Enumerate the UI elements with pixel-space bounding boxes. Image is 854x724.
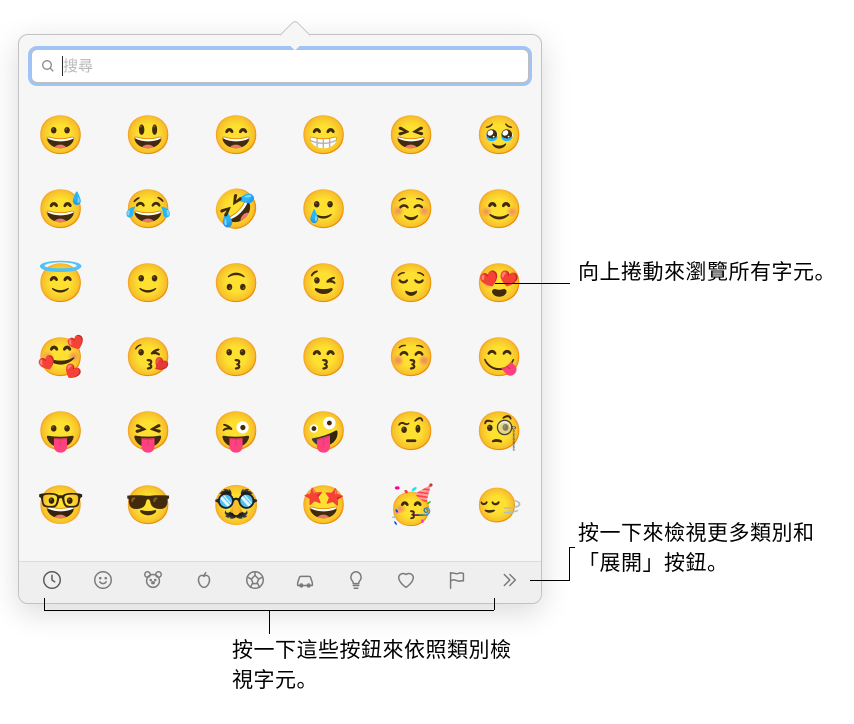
emoji-cell[interactable]: 😎: [125, 483, 171, 529]
search-icon: [40, 58, 56, 74]
emoji-cell[interactable]: 😉: [301, 261, 347, 307]
flag-icon: [446, 569, 468, 596]
callout-lead: [44, 598, 45, 610]
category-food-drink-button[interactable]: [182, 568, 226, 598]
clock-icon: [41, 569, 63, 596]
emoji-cell[interactable]: 😂: [125, 187, 171, 233]
callout-lead: [494, 598, 495, 610]
emoji-cell[interactable]: 🙂‍↔️: [476, 483, 522, 529]
emoji-cell[interactable]: 😚: [388, 335, 434, 381]
callout-lead: [569, 547, 570, 581]
bulb-icon: [345, 569, 367, 596]
emoji-cell[interactable]: 🤓: [38, 483, 84, 529]
callout-scroll: 向上捲動來瀏覽所有字元。: [578, 258, 838, 288]
callout-lead: [495, 283, 570, 284]
emoji-cell[interactable]: 😜: [213, 409, 259, 455]
emoji-cell[interactable]: 😆: [388, 113, 434, 159]
emoji-cell[interactable]: 🥲: [301, 187, 347, 233]
callout-categories: 按一下這些按鈕來依照類別檢視字元。: [232, 636, 532, 697]
category-travel-places-button[interactable]: [283, 568, 327, 598]
emoji-cell[interactable]: 😝: [125, 409, 171, 455]
more-icon: [497, 569, 519, 596]
character-viewer-popover: 😀 😃 😄 😁 😆 🥹 😅 😂 🤣 🥲 ☺️ 😊 😇 🙂 🙃 😉 😌 😍 🥰 😘 😗 😙 😚 😋 😛 😝 😜 🤪 🤨 🧐 🤓 😎 🥸 🤩 🥳 🙂‍↔️: [18, 34, 542, 604]
category-animals-nature-button[interactable]: [131, 568, 175, 598]
emoji-cell[interactable]: 😇: [38, 261, 84, 307]
car-icon: [294, 569, 316, 596]
emoji-cell[interactable]: 😁: [301, 113, 347, 159]
category-frequently-used-button[interactable]: [30, 568, 74, 598]
emoji-cell[interactable]: 🤨: [388, 409, 434, 455]
emoji-cell[interactable]: 😙: [301, 335, 347, 381]
emoji-grid: 😀 😃 😄 😁 😆 🥹 😅 😂 🤣 🥲 ☺️ 😊 😇 🙂 🙃 😉 😌 😍 🥰 😘 😗 😙 😚 😋 😛 😝 😜 🤪 🤨 🧐 🤓 😎 🥸 🤩 🥳 🙂‍↔️: [37, 113, 523, 529]
emoji-cell[interactable]: 🤪: [301, 409, 347, 455]
emoji-cell[interactable]: 🤣: [213, 187, 259, 233]
emoji-cell[interactable]: 🥹: [476, 113, 522, 159]
emoji-cell[interactable]: 😅: [38, 187, 84, 233]
category-smileys-people-button[interactable]: [81, 568, 125, 598]
search-input[interactable]: [63, 58, 520, 75]
emoji-cell[interactable]: 🥳: [388, 483, 434, 529]
emoji-cell[interactable]: 😃: [125, 113, 171, 159]
emoji-cell[interactable]: 😌: [388, 261, 434, 307]
category-symbols-button[interactable]: [384, 568, 428, 598]
search-bar: [19, 35, 541, 93]
category-bar: [19, 561, 541, 603]
emoji-scroll-area[interactable]: 😀 😃 😄 😁 😆 🥹 😅 😂 🤣 🥲 ☺️ 😊 😇 🙂 🙃 😉 😌 😍 🥰 😘 😗 😙 😚 😋 😛 😝 😜 🤪 🤨 🧐 🤓 😎 🥸 🤩 🥳 🙂‍↔️: [19, 93, 541, 561]
heart-icon: [395, 569, 417, 596]
category-more-button[interactable]: [486, 568, 530, 598]
apple-icon: [193, 569, 215, 596]
callout-lead: [269, 610, 270, 634]
emoji-cell[interactable]: 😊: [476, 187, 522, 233]
emoji-cell[interactable]: 😍: [476, 261, 522, 307]
emoji-cell[interactable]: 😘: [125, 335, 171, 381]
category-objects-button[interactable]: [334, 568, 378, 598]
animal-icon: [142, 569, 164, 596]
category-activity-button[interactable]: [233, 568, 277, 598]
callout-lead: [569, 547, 575, 548]
emoji-cell[interactable]: 😀: [38, 113, 84, 159]
emoji-cell[interactable]: 😗: [213, 335, 259, 381]
emoji-cell[interactable]: 😄: [213, 113, 259, 159]
emoji-cell[interactable]: ☺️: [388, 187, 434, 233]
search-field[interactable]: [31, 49, 529, 83]
callout-more: 按一下來檢視更多類別和「展開」按鈕。: [578, 519, 853, 580]
emoji-cell[interactable]: 🤩: [301, 483, 347, 529]
emoji-cell[interactable]: 😋: [476, 335, 522, 381]
emoji-cell[interactable]: 🙂: [125, 261, 171, 307]
category-flags-button[interactable]: [435, 568, 479, 598]
smiley-icon: [92, 569, 114, 596]
emoji-cell[interactable]: 🧐: [476, 409, 522, 455]
emoji-cell[interactable]: 🥰: [38, 335, 84, 381]
emoji-cell[interactable]: 🙃: [213, 261, 259, 307]
emoji-cell[interactable]: 😛: [38, 409, 84, 455]
soccer-icon: [244, 569, 266, 596]
callout-lead: [530, 580, 570, 581]
emoji-cell[interactable]: 🥸: [213, 483, 259, 529]
